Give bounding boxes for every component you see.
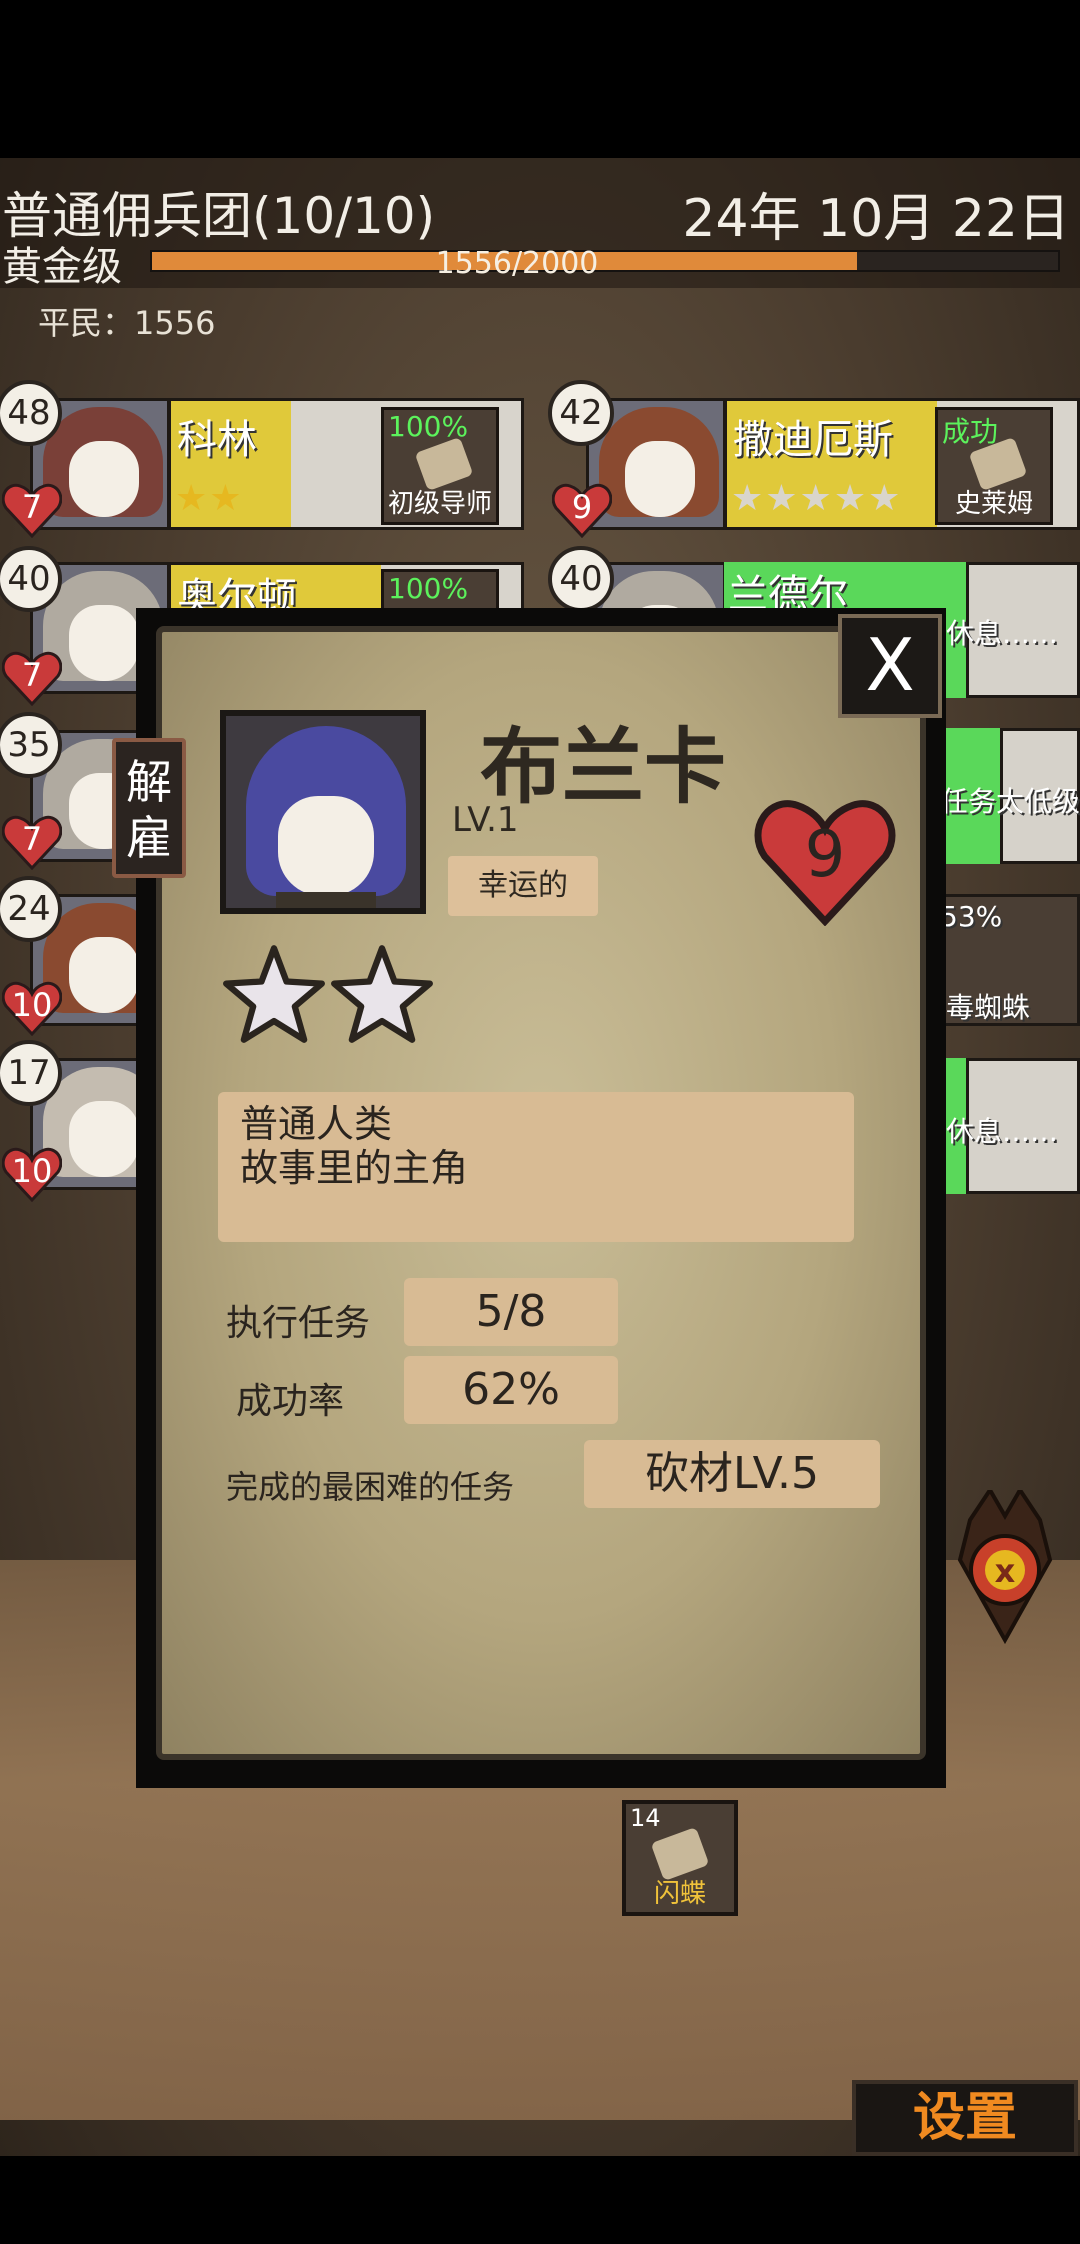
star-icon xyxy=(223,945,325,1043)
task-progress: 100% xyxy=(388,572,469,605)
hero-star-rating xyxy=(222,942,438,1050)
heart-icon: 7 xyxy=(1,814,63,871)
hero-heart-icon: 9 xyxy=(752,796,898,927)
game-date: 24年 10月 22日 xyxy=(682,189,1070,249)
task-slot[interactable]: 成功 史莱姆 xyxy=(935,407,1053,525)
crest-icon[interactable]: x xyxy=(950,1486,1060,1650)
task-status: 成功 xyxy=(942,415,999,448)
mercenary-name: 撒迪厄斯 xyxy=(733,417,893,463)
guild-xp-bar: 1556/2000 xyxy=(150,246,1060,281)
guild-rank: 黄金级 xyxy=(2,244,122,290)
hardest-task-value: 砍材LV.5 xyxy=(584,1440,880,1508)
task-token[interactable]: 14 闪蝶 xyxy=(622,1800,738,1916)
mercenary-card[interactable]: 奥尔顿 100% xyxy=(168,562,524,621)
task-progress: 100% xyxy=(388,410,469,443)
face xyxy=(69,937,137,1013)
hero-hp: 9 xyxy=(804,818,846,892)
level-badge: 40 xyxy=(548,546,614,612)
face xyxy=(69,605,139,681)
task-name: 毒蜘蛛 xyxy=(946,991,1031,1024)
close-button[interactable]: X xyxy=(838,614,942,718)
task-name: 史莱姆 xyxy=(954,489,1033,519)
face xyxy=(69,1101,137,1177)
description-line: 故事里的主角 xyxy=(240,1146,469,1190)
mercenary-card[interactable]: 科林 ★★ 100% 初级导师 xyxy=(168,398,524,530)
status-text: 休息…… xyxy=(946,1115,1059,1148)
star-icon xyxy=(331,945,433,1043)
dismiss-button[interactable]: 解雇 xyxy=(112,738,186,878)
hp-value: 10 xyxy=(11,986,53,1024)
hero-description: 普通人类 故事里的主角 xyxy=(218,1092,854,1242)
hardest-task-label: 完成的最困难的任务 xyxy=(226,1468,515,1506)
svg-text:x: x xyxy=(995,1552,1016,1590)
task-progress: 53% xyxy=(940,900,1003,933)
hp-value: 10 xyxy=(11,1152,53,1190)
navigation-bar-area xyxy=(0,2156,1080,2244)
hero-level: LV.1 xyxy=(452,800,519,840)
citizens-count: 平民：1556 xyxy=(38,304,216,342)
hp-value: 7 xyxy=(21,820,43,858)
mercenary-card[interactable]: 撒迪厄斯 ★★★★★ 成功 史莱姆 xyxy=(724,398,1080,530)
face xyxy=(625,441,695,517)
settings-button[interactable]: 设置 xyxy=(852,2080,1078,2156)
hero-portrait xyxy=(220,710,426,914)
guild-xp-text: 1556/2000 xyxy=(435,246,599,281)
heart-icon: 10 xyxy=(1,980,63,1037)
hero-face xyxy=(278,796,374,896)
level-badge: 42 xyxy=(548,380,614,446)
star-rating: ★★ xyxy=(175,478,244,519)
hero-trait: 幸运的 xyxy=(448,856,598,916)
hp-value: 7 xyxy=(21,656,43,694)
heart-icon: 9 xyxy=(551,482,613,539)
task-name: 初级导师 xyxy=(387,489,492,519)
task-slot[interactable]: 100% 初级导师 xyxy=(381,407,499,525)
star-rating: ★★★★★ xyxy=(731,478,903,519)
status-text: 休息…… xyxy=(946,617,1059,650)
status-text: 任务太低级 xyxy=(940,785,1080,818)
heart-icon: 7 xyxy=(1,482,63,539)
success-rate-label: 成功率 xyxy=(236,1381,345,1422)
mercenary-name: 科林 xyxy=(177,417,257,463)
status-bar-area xyxy=(0,0,1080,158)
face xyxy=(69,441,139,517)
hero-collar xyxy=(276,892,376,908)
tasks-value: 5/8 xyxy=(404,1278,618,1346)
hp-value: 7 xyxy=(21,488,43,526)
description-line: 普通人类 xyxy=(240,1102,393,1146)
hp-value: 9 xyxy=(571,488,593,526)
heart-icon: 7 xyxy=(1,650,63,707)
task-count: 14 xyxy=(630,1804,661,1832)
tasks-label: 执行任务 xyxy=(226,1303,371,1344)
heart-icon: 10 xyxy=(1,1146,63,1203)
success-rate-value: 62% xyxy=(404,1356,618,1424)
task-name: 闪蝶 xyxy=(653,1879,706,1909)
task-slot[interactable]: 100% xyxy=(381,569,499,613)
